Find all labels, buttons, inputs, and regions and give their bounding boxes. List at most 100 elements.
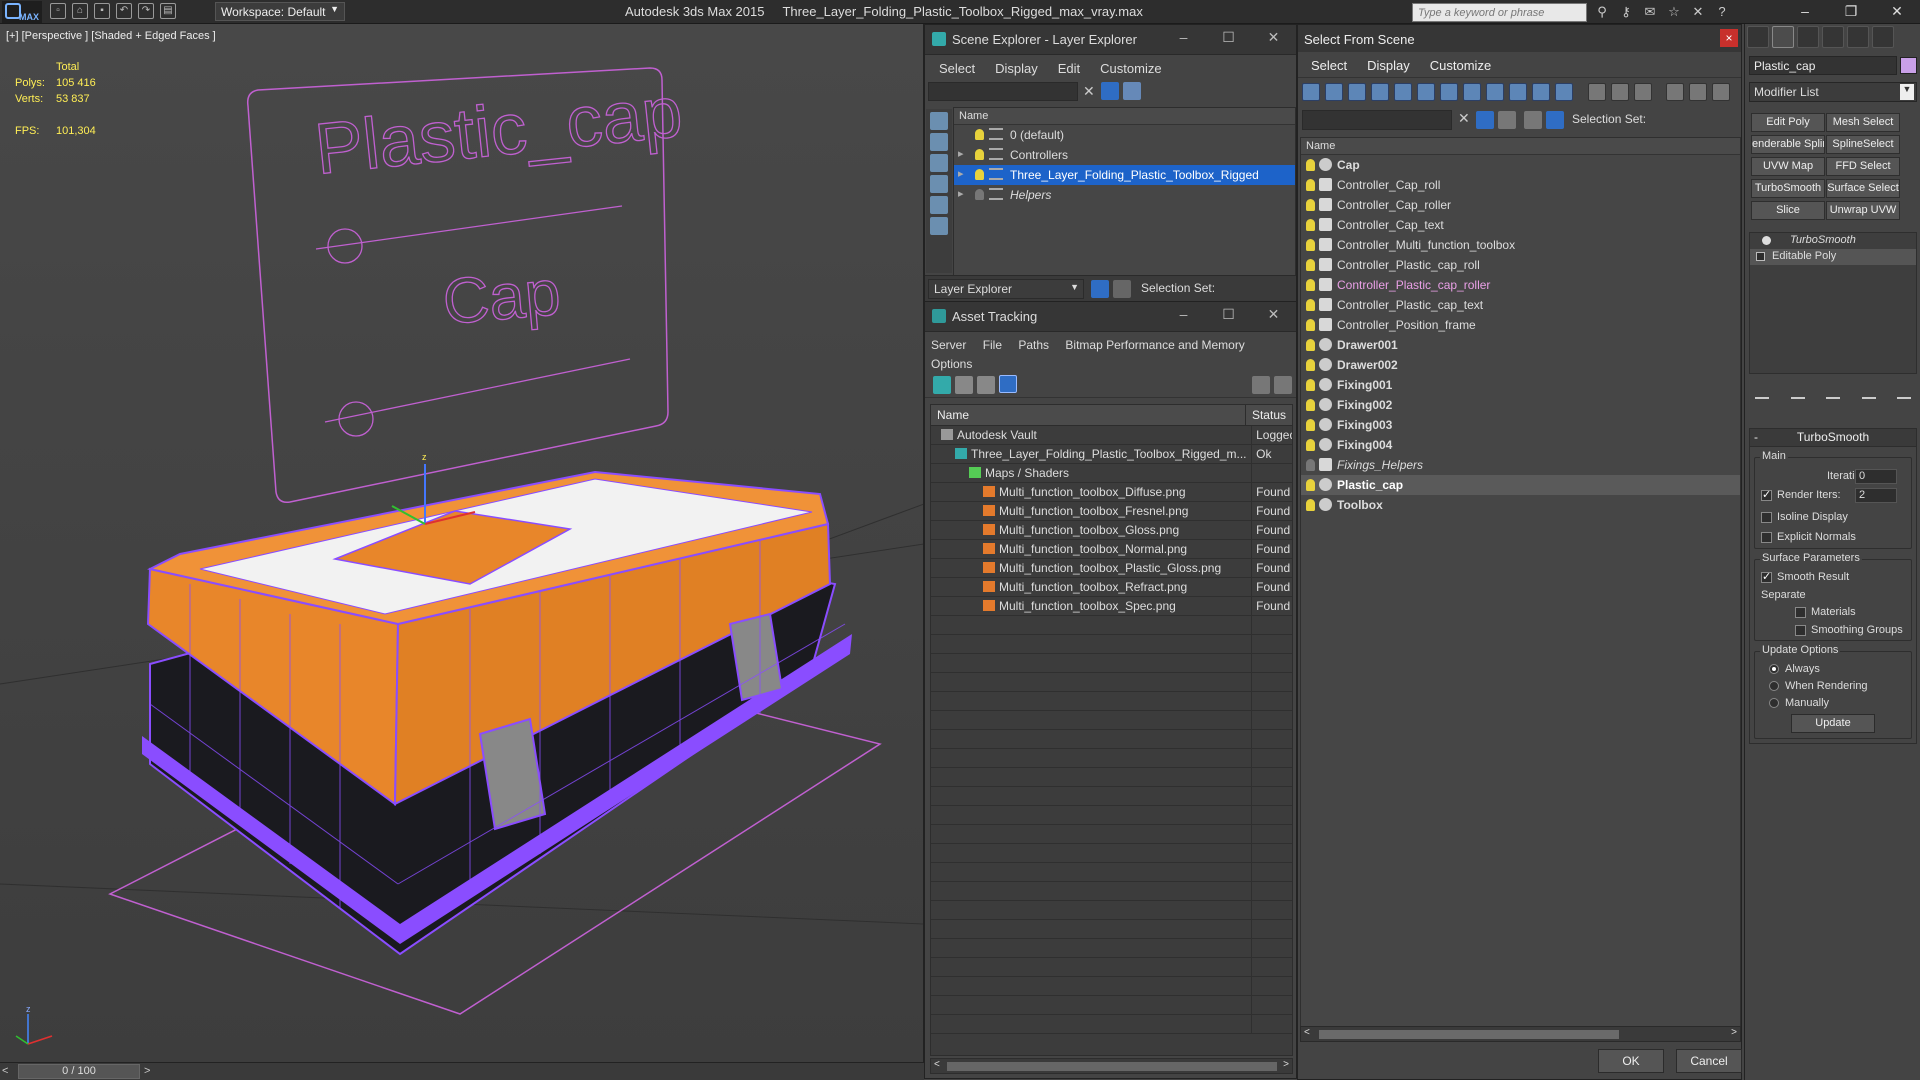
object-row[interactable]: Controller_Position_frame <box>1301 315 1740 335</box>
expand-icon[interactable]: ▸ <box>958 147 964 160</box>
object-row[interactable]: Drawer002 <box>1301 355 1740 375</box>
display-spacewarps-icon[interactable] <box>930 217 948 235</box>
lightbulb-icon[interactable] <box>1762 236 1771 245</box>
hierarchy-tree-icon[interactable] <box>1546 111 1564 129</box>
object-row[interactable]: Controller_Multi_function_toolbox <box>1301 235 1740 255</box>
app-logo-icon[interactable]: MAX <box>2 1 42 23</box>
edit-poly-button[interactable]: Edit Poly <box>1751 113 1825 132</box>
layer-row[interactable]: ▸ Controllers <box>954 145 1295 165</box>
explorer-type-dropdown[interactable]: Layer Explorer ▼ <box>928 279 1084 299</box>
menu-select[interactable]: Select <box>1311 58 1347 77</box>
open-file-icon[interactable]: ⌂ <box>72 3 88 19</box>
help-icon[interactable] <box>1252 376 1270 394</box>
close-icon[interactable]: ✕ <box>1874 0 1920 24</box>
object-horizontal-scrollbar[interactable]: < > <box>1300 1026 1741 1042</box>
expand-icon[interactable] <box>1756 252 1765 261</box>
expand-icon[interactable]: ▸ <box>958 167 964 180</box>
asset-tracking-titlebar[interactable]: Asset Tracking – ☐ ✕ <box>925 302 1296 332</box>
object-row[interactable]: Controller_Cap_roller <box>1301 195 1740 215</box>
lightbulb-icon[interactable] <box>1306 499 1315 511</box>
lightbulb-icon[interactable] <box>1306 159 1315 171</box>
surface-select-button[interactable]: Surface Select <box>1826 179 1900 198</box>
scene-explorer-titlebar[interactable]: Scene Explorer - Layer Explorer – ☐ ✕ <box>925 25 1296 55</box>
turbosmooth-button[interactable]: TurboSmooth <box>1751 179 1825 198</box>
lightbulb-icon[interactable] <box>975 129 984 140</box>
menu-server[interactable]: Server <box>931 338 966 352</box>
smooth-result-checkbox[interactable] <box>1761 570 1772 583</box>
display-geometry-icon[interactable] <box>930 112 948 130</box>
cancel-button[interactable]: Cancel <box>1676 1049 1742 1073</box>
lightbulb-icon[interactable] <box>1306 479 1315 491</box>
unwrap-uvw-button[interactable]: Unwrap UVW <box>1826 201 1900 220</box>
remove-modifier-icon[interactable] <box>1861 383 1876 399</box>
select-from-scene-titlebar[interactable]: Select From Scene × <box>1298 25 1741 52</box>
column-header-status[interactable]: Status <box>1246 405 1292 425</box>
asset-row[interactable]: Multi_function_toolbox_Refract.png Found <box>931 578 1292 597</box>
workspace-dropdown[interactable]: Workspace: Default ▼ <box>215 2 345 21</box>
list-view-icon[interactable] <box>955 376 973 394</box>
lightbulb-icon[interactable] <box>1306 199 1315 211</box>
asset-row[interactable]: Autodesk Vault Logged <box>931 426 1292 445</box>
scrollbar-thumb[interactable] <box>1319 1030 1619 1039</box>
refresh-icon[interactable] <box>933 376 951 394</box>
settings-icon[interactable] <box>1274 376 1292 394</box>
new-file-icon[interactable]: ▫ <box>50 3 66 19</box>
time-slider[interactable]: < 0 / 100 > <box>0 1062 924 1080</box>
hidden-filter-icon[interactable] <box>1555 83 1573 101</box>
binoculars-icon[interactable]: ⚲ <box>1594 4 1610 20</box>
xrefs-filter-icon[interactable] <box>1463 83 1481 101</box>
chevron-left-icon[interactable]: < <box>934 1059 940 1070</box>
object-row[interactable]: Fixing004 <box>1301 435 1740 455</box>
restore-icon[interactable]: ❐ <box>1828 0 1874 24</box>
groups-filter-icon[interactable] <box>1440 83 1458 101</box>
undo-icon[interactable]: ↶ <box>116 3 132 19</box>
filter-icon[interactable] <box>1101 82 1119 100</box>
lightbulb-off-icon[interactable] <box>975 189 984 200</box>
modify-tab-icon[interactable] <box>1772 26 1794 48</box>
perspective-viewport[interactable]: Plastic_cap Cap z z [+] [Perspective] [… <box>0 24 924 1062</box>
close-icon[interactable]: ✕ <box>1251 306 1296 323</box>
menu-display[interactable]: Display <box>995 61 1038 81</box>
shapes-filter-icon[interactable] <box>1325 83 1343 101</box>
invert-display-icon[interactable] <box>1634 83 1652 101</box>
thumbnail-view-icon[interactable] <box>977 376 995 394</box>
layer-row-selected[interactable]: ▸ Three_Layer_Folding_Plastic_Toolbox_Rig… <box>954 165 1295 185</box>
mesh-select-button[interactable]: Mesh Select <box>1826 113 1900 132</box>
frozen-filter-icon[interactable] <box>1532 83 1550 101</box>
menu-customize[interactable]: Customize <box>1100 61 1161 81</box>
isoline-display-checkbox[interactable] <box>1761 512 1772 523</box>
menu-options[interactable]: Options <box>931 357 972 371</box>
asset-row[interactable]: Multi_function_toolbox_Fresnel.png Found <box>931 502 1292 521</box>
asset-row[interactable]: Multi_function_toolbox_Diffuse.png Found <box>931 483 1292 502</box>
asset-row[interactable]: Multi_function_toolbox_Gloss.png Found <box>931 521 1292 540</box>
asset-row[interactable]: Three_Layer_Folding_Plastic_Toolbox_Rigg… <box>931 445 1292 464</box>
stack-item-editable-poly[interactable]: Editable Poly <box>1750 249 1916 265</box>
hierarchy-tab-icon[interactable] <box>1797 26 1819 48</box>
object-row[interactable]: Fixing001 <box>1301 375 1740 395</box>
minimize-icon[interactable]: – <box>1782 0 1828 24</box>
configure-modifier-sets-icon[interactable] <box>1897 383 1911 399</box>
layers-icon[interactable] <box>1091 280 1109 298</box>
bones-filter-icon[interactable] <box>1486 83 1504 101</box>
render-iters-checkbox[interactable] <box>1761 488 1772 501</box>
cameras-filter-icon[interactable] <box>1371 83 1389 101</box>
make-unique-icon[interactable] <box>1826 383 1840 399</box>
lightbulb-icon[interactable] <box>1306 419 1315 431</box>
explicit-normals-checkbox[interactable] <box>1761 532 1772 543</box>
lightbulb-icon[interactable] <box>1306 399 1315 411</box>
lightbulb-icon[interactable] <box>975 149 984 160</box>
hierarchy-tree-icon[interactable] <box>1113 280 1131 298</box>
uvw-map-button[interactable]: UVW Map <box>1751 157 1825 176</box>
key-icon[interactable]: ⚷ <box>1618 4 1634 20</box>
object-row[interactable]: Fixing003 <box>1301 415 1740 435</box>
asset-row[interactable]: Maps / Shaders <box>931 464 1292 483</box>
layer-row[interactable]: ▸ Helpers <box>954 185 1295 205</box>
create-tab-icon[interactable] <box>1747 26 1769 48</box>
display-helpers-icon[interactable] <box>930 196 948 214</box>
asset-row[interactable]: Multi_function_toolbox_Spec.png Found <box>931 597 1292 616</box>
find-input[interactable] <box>1302 110 1452 130</box>
menu-display[interactable]: Display <box>1367 58 1410 77</box>
object-row[interactable]: Controller_Cap_roll <box>1301 175 1740 195</box>
lightbulb-icon[interactable] <box>1306 299 1315 311</box>
utilities-tab-icon[interactable] <box>1872 26 1894 48</box>
